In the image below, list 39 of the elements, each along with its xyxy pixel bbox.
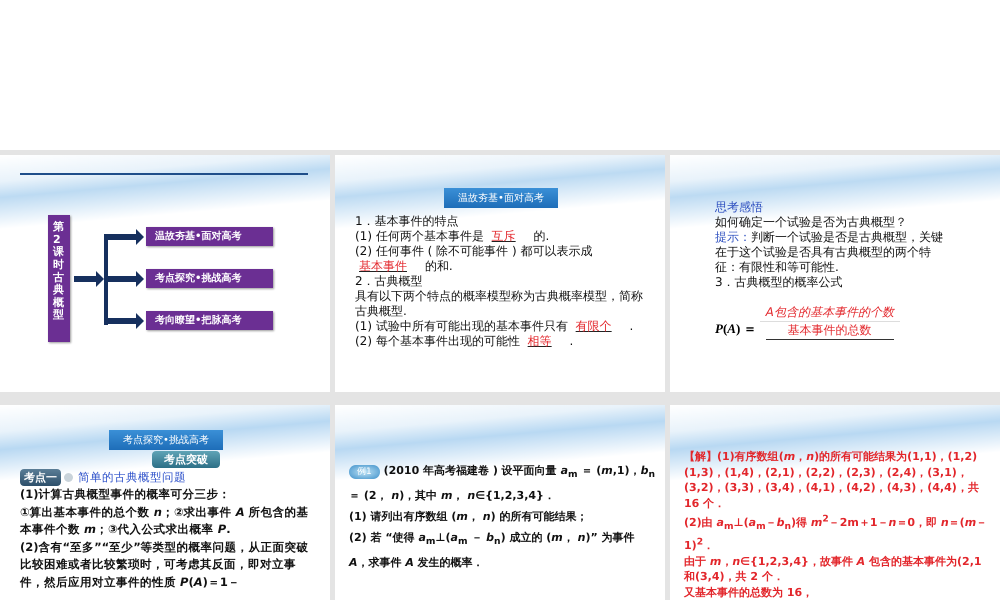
- paragraph: 如何确定一个试验是否为古典概型？: [715, 215, 907, 230]
- section-link: 考点探究•挑战高考: [146, 269, 273, 288]
- paragraph: 2．古典概型: [355, 274, 423, 289]
- section-link: 温故夯基•面对高考: [146, 227, 273, 246]
- paragraph: (2) 任何事件 ( 除不可能事件 ) 都可以表示成: [355, 244, 592, 259]
- paragraph: 具有以下两个特点的概率模型称为古典概率模型，简称古典概型.: [355, 289, 644, 319]
- paragraph: (1) 试验中所有可能出现的基本事件只有 有限个 .: [355, 319, 634, 334]
- section-header: 考点探究•挑战高考: [109, 430, 223, 450]
- section-header: 温故夯基•面对高考: [444, 188, 558, 208]
- numerator: A包含的基本事件的个数: [760, 304, 900, 322]
- paragraph: (2)含有“至多”“至少”等类型的概率问题，从正面突破比较困难或者比较繁琐时，可考虑其反面，即对立事件，然后应用对立事件的性质 P(A)＝1－: [20, 538, 310, 590]
- paragraph: 由于 m，n∈{1,2,3,4}，故事件 A 包含的基本事件为(2,1和(3,4)，共 2 个．: [684, 554, 983, 584]
- paragraph: (1) 请列出有序数组 (m， n) 的所有可能结果；: [349, 509, 588, 526]
- paragraph: (1) 任何两个基本事件是 互斥 的.: [355, 229, 550, 244]
- chapter-title: 第2课时古典概型: [48, 215, 70, 342]
- section-subheader: 考点突破: [152, 451, 220, 468]
- formula-lhs: P(A) ＝: [715, 320, 757, 338]
- slide-thumbnail[interactable]: 第2课时古典概型 温故夯基•面对高考 考点探究•挑战高考 考向瞭望•把脉高考: [0, 155, 330, 392]
- paragraph: (2) 每个基本事件出现的可能性 相等 .: [355, 334, 574, 349]
- section-link: 考向瞭望•把脉高考: [146, 311, 273, 330]
- slide-thumbnail[interactable]: 思考感悟 如何确定一个试验是否为古典概型？ 提示：判断一个试验是否是古典概型，关键在于这个试验是否具有古典概型的两个特征：有限性和等可能性. 3．古典概型的概率公式 P(A) ＝ A包含的基本事件的个数 基本事件的总数: [670, 155, 1000, 392]
- slide-thumbnail[interactable]: 温故夯基•面对高考 1．基本事件的特点 (1) 任何两个基本事件是 互斥 的. (2) 任何事件 ( 除不可能事件 ) 都可以表示成 基本事件 的和. 2．古典概型 具有以下两个特点的概率模型称为古典概率模型，简称古典概型. (1) 试验中所有可能出现的基本事件只有 有限个 . (2) 每个基本事件出现的可能性 相等 .: [335, 155, 665, 392]
- paragraph: 3．古典概型的概率公式: [715, 275, 843, 290]
- paragraph: (1)计算古典概型事件的概率可分三步：: [20, 486, 231, 503]
- paragraph: (2) 若 “使得 a$_{m}$⊥(a$_{m}$ － b$_{n}$) 成立的 (m， n)” 为事件 A，求事件 A 发生的概率．: [349, 530, 636, 572]
- topic-badge: 考点一: [20, 469, 61, 486]
- paragraph: 又基本事件的总数为 16，: [684, 584, 814, 600]
- paragraph: 1．基本事件的特点: [355, 214, 459, 229]
- slide-thumbnail[interactable]: 例1 (2010 年高考福建卷 ) 设平面向量 a$_{m}$ ＝ (m,1)，b$_{n}$ ＝ (2， n)，其中 m， n∈{1,2,3,4}． (1) 请列出有序数组 (m， n) 的所有可能结果； (2) 若 “使得 a$_{m}$⊥(a$_{m}$ － b$_{n}$) 成立的 (m， n)” 为事件 A，求事件 A 发生的概率．: [335, 405, 665, 600]
- slide-thumbnail[interactable]: 考点探究•挑战高考 考点突破 考点一 简单的古典概型问题 (1)计算古典概型事件的概率可分三步： ①算出基本事件的总个数 n；②求出事件 A 所包含的基本事件个数 m；③代入公式求出概率 P. (2)含有“至多”“至少”等类型的概率问题，从正面突破比较困难或者比较繁琐时，可考虑其反面，即对立事件，然后应用对立事件的性质 P(A)＝1－: [0, 405, 330, 600]
- denominator: 基本事件的总数: [766, 322, 894, 340]
- paragraph: ①算出基本事件的总个数 n；②求出事件 A 所包含的基本事件个数 m；③代入公式求出概率 P.: [20, 504, 310, 538]
- paragraph: (2)由 a$_{m}$⊥(a$_{m}$－b$_{n}$)得 m$^{2}$－2m＋1－n＝0，即 n＝(m－1)$^{2}$．: [684, 512, 988, 554]
- bullet-icon: [64, 473, 73, 482]
- slide-thumbnail[interactable]: [670, 405, 1000, 600]
- paragraph: 提示：判断一个试验是否是古典概型，关键在于这个试验是否具有古典概型的两个特征：有限性和等可能性.: [715, 230, 944, 275]
- paragraph: 思考感悟: [715, 200, 763, 215]
- topic-title: 简单的古典概型问题: [78, 470, 186, 485]
- paragraph: 基本事件 的和.: [358, 259, 453, 274]
